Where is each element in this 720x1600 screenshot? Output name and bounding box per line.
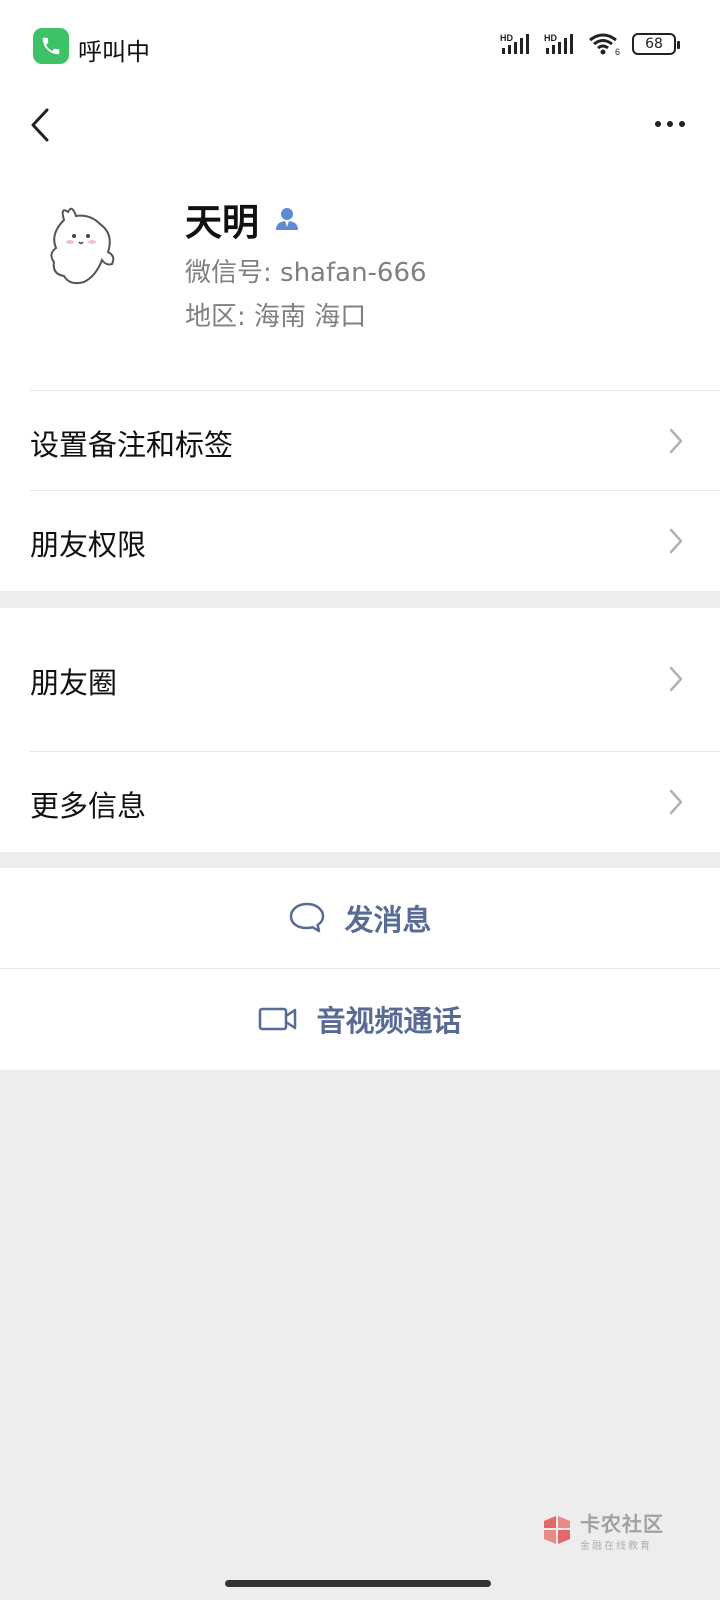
wechat-id: 微信号: shafan-666 bbox=[185, 258, 427, 288]
watermark-title: 卡农社区 bbox=[580, 1512, 664, 1536]
svg-text:6: 6 bbox=[615, 47, 620, 56]
chat-bubble-icon bbox=[290, 902, 325, 933]
video-camera-icon bbox=[259, 1007, 297, 1031]
friend-permissions-label: 朋友权限 bbox=[30, 528, 147, 562]
watermark-subtitle: 金融在线教育 bbox=[580, 1541, 652, 1552]
phone-call-icon[interactable] bbox=[33, 28, 69, 64]
section-gap bbox=[0, 591, 720, 608]
watermark: 卡农社区 金融在线教育 bbox=[540, 1508, 664, 1552]
status-icons: HD HD 6 68 bbox=[500, 32, 680, 56]
chevron-right-icon bbox=[669, 789, 683, 815]
wifi-icon: 6 bbox=[589, 33, 620, 56]
home-indicator[interactable] bbox=[225, 1580, 491, 1587]
more-dot-icon bbox=[667, 121, 673, 127]
video-call-button[interactable]: 音视频通话 bbox=[0, 969, 720, 1069]
section-gap bbox=[0, 852, 720, 868]
svg-text:HD: HD bbox=[544, 33, 557, 43]
contact-person-icon bbox=[276, 208, 298, 230]
back-button[interactable] bbox=[20, 100, 60, 150]
bunny-avatar-icon bbox=[50, 207, 115, 285]
chevron-right-icon bbox=[669, 428, 683, 454]
friend-permissions-item[interactable]: 朋友权限 bbox=[0, 491, 720, 591]
cellular-signal-1-icon: HD bbox=[500, 33, 529, 54]
battery-indicator: 68 bbox=[632, 33, 680, 55]
moments-label: 朋友圈 bbox=[30, 666, 118, 700]
remark-and-tags-item[interactable]: 设置备注和标签 bbox=[0, 391, 720, 491]
kanong-logo-icon bbox=[544, 1516, 570, 1544]
chevron-right-icon bbox=[669, 528, 683, 554]
chevron-right-icon bbox=[669, 666, 683, 692]
more-dot-icon bbox=[679, 121, 685, 127]
video-call-label: 音视频通话 bbox=[316, 1004, 462, 1038]
more-options-button[interactable] bbox=[644, 104, 696, 144]
more-info-item[interactable]: 更多信息 bbox=[0, 752, 720, 852]
cellular-signal-2-icon: HD bbox=[544, 33, 573, 54]
nav-bar bbox=[0, 90, 720, 162]
avatar[interactable] bbox=[30, 190, 140, 300]
name-row: 天明 bbox=[185, 192, 301, 246]
more-info-label: 更多信息 bbox=[30, 789, 147, 823]
call-status-text: 呼叫中 bbox=[78, 38, 150, 66]
moments-item[interactable]: 朋友圈 bbox=[0, 608, 720, 751]
chevron-left-icon bbox=[31, 108, 49, 142]
send-message-label: 发消息 bbox=[344, 903, 432, 937]
svg-text:HD: HD bbox=[500, 33, 513, 43]
more-dot-icon bbox=[655, 121, 661, 127]
send-message-button[interactable]: 发消息 bbox=[0, 868, 720, 968]
region: 地区: 海南 海口 bbox=[185, 302, 367, 332]
remark-and-tags-label: 设置备注和标签 bbox=[30, 428, 234, 462]
profile-header: 天明 微信号: shafan-666 地区: 海南 海口 bbox=[0, 180, 720, 390]
contact-name: 天明 bbox=[185, 201, 259, 244]
status-bar: 呼叫中 HD HD 6 68 bbox=[0, 0, 720, 90]
